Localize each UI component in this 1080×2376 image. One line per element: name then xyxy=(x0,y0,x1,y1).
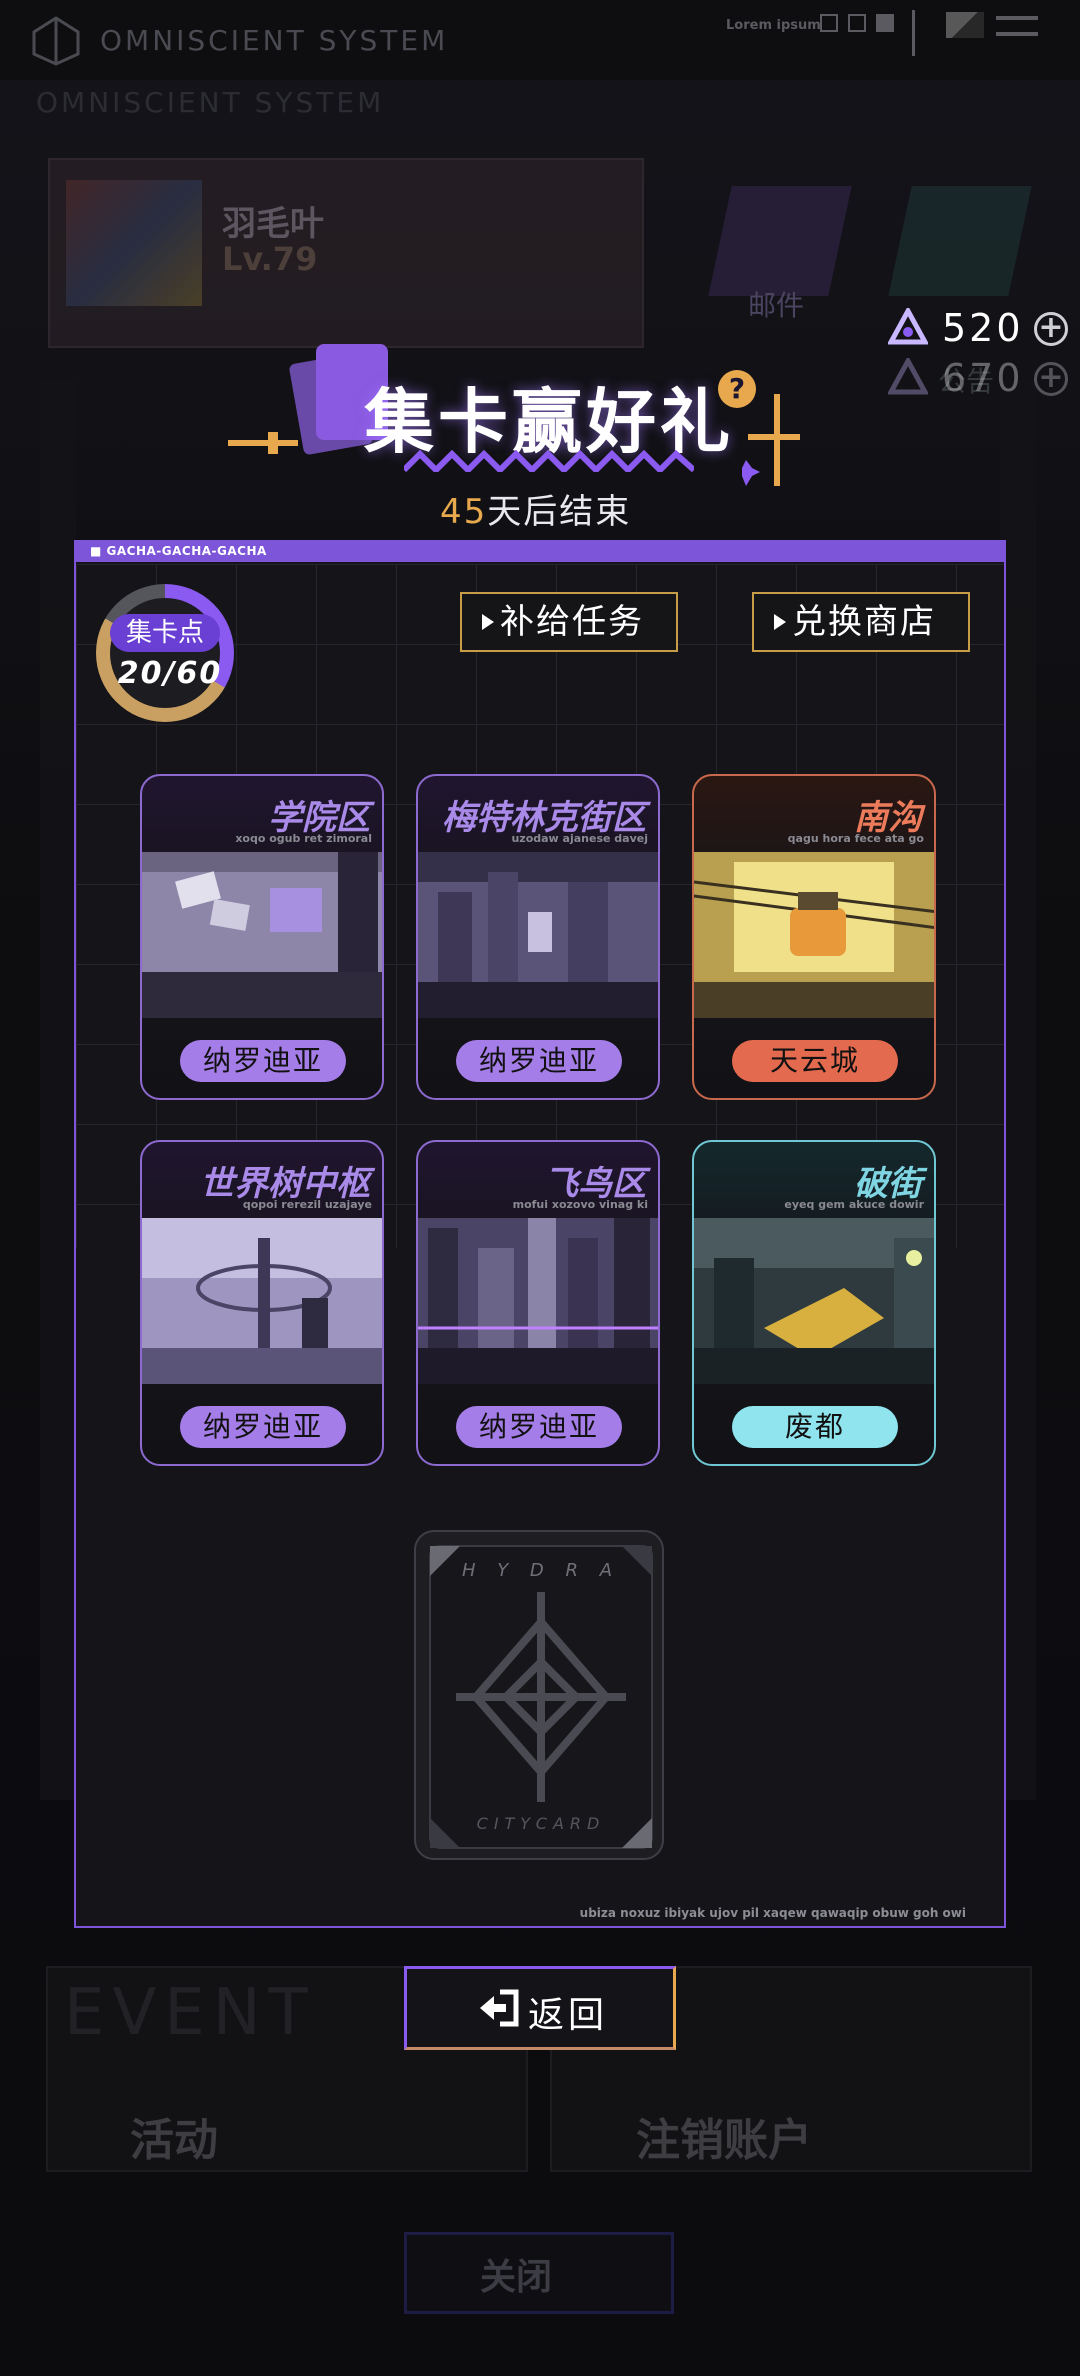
district-subtitle: uzodaw ajanese davej xyxy=(511,832,648,845)
play-arrow-icon xyxy=(774,614,786,630)
district-card-world-tree[interactable]: 世界树中枢 qopoi rerezil uzajaye 纳罗迪亚 xyxy=(140,1140,384,1466)
system-title: OMNISCIENT SYSTEM xyxy=(100,24,449,57)
countdown-text: 45天后结束 xyxy=(440,484,631,533)
points-label: 集卡点 xyxy=(110,614,220,652)
exchange-shop-label: 兑换商店 xyxy=(792,602,936,642)
sparkle-cross-deco xyxy=(742,394,800,486)
district-card-maeterlinck[interactable]: 梅特林克街区 uzodaw ajanese davej 纳罗迪亚 xyxy=(416,774,660,1100)
currency-value: 520 xyxy=(942,306,1024,350)
lorem-label: Lorem ipsum xyxy=(726,18,821,33)
close-label: 关闭 xyxy=(480,2257,553,2298)
window-x-icon xyxy=(848,14,866,32)
profile-level: Lv.79 xyxy=(222,240,318,278)
title-deco-line xyxy=(228,440,298,446)
window-box-icon xyxy=(820,14,838,32)
mail-label: 邮件 xyxy=(748,289,805,322)
district-card-broken-street[interactable]: 破街 eyeq gem akuce dowir 废都 xyxy=(692,1140,936,1466)
district-subtitle: eyeq gem akuce dowir xyxy=(784,1198,924,1211)
title-deco-tick xyxy=(268,432,278,454)
hydra-top-text: H Y D R A xyxy=(461,1560,621,1581)
currency-ghost-icon xyxy=(888,358,928,395)
district-subtitle: mofui xozovo vinag ki xyxy=(512,1198,648,1211)
window-fill-icon xyxy=(876,14,894,32)
profile-name: 羽毛叶 xyxy=(222,204,324,244)
back-button-label[interactable]: 返回 xyxy=(528,1986,608,2038)
district-image xyxy=(418,1218,658,1384)
logout-label: 注销账户 xyxy=(636,2115,812,2166)
currency-icon xyxy=(888,308,928,345)
panel-header-text: ■ GACHA-GACHA-GACHA xyxy=(90,544,267,558)
add-currency-ghost-icon: + xyxy=(1034,362,1068,396)
ends-text: 天后结束 xyxy=(487,492,632,532)
district-card-south-ditch[interactable]: 南沟 qagu hora fece ata go 天云城 xyxy=(692,774,936,1100)
system-title-ghost: OMNISCIENT SYSTEM xyxy=(36,86,385,119)
district-image xyxy=(142,852,382,1018)
region-badge: 纳罗迪亚 xyxy=(456,1406,622,1448)
event-title: EVENT xyxy=(64,1976,316,2050)
currency-ghost-value: 670 xyxy=(942,356,1024,400)
region-badge: 纳罗迪亚 xyxy=(180,1406,346,1448)
region-badge: 废都 xyxy=(732,1406,898,1448)
notice-icon xyxy=(888,186,1032,296)
hydra-card-art xyxy=(429,1545,653,1849)
district-subtitle: qopoi rerezil uzajaye xyxy=(242,1198,372,1211)
panel-footer-text: ubiza noxuz ibiyak ujov pil xaqew qawaqi… xyxy=(579,1906,966,1920)
exchange-shop-button[interactable]: 兑换商店 xyxy=(752,592,970,652)
district-image xyxy=(694,852,934,1018)
region-badge: 纳罗迪亚 xyxy=(180,1040,346,1082)
exit-arrow-icon xyxy=(480,1989,519,2027)
hydra-city-card[interactable]: H Y D R A CITYCARD xyxy=(414,1530,664,1860)
add-currency-icon[interactable]: + xyxy=(1034,312,1068,346)
play-arrow-icon xyxy=(482,614,494,630)
district-image xyxy=(418,852,658,1018)
event-label: 活动 xyxy=(130,2115,218,2166)
bg-side-strip-left xyxy=(40,380,76,1800)
panel-header-bar: ■ GACHA-GACHA-GACHA xyxy=(76,542,1004,562)
menu-icon xyxy=(996,16,1038,36)
district-subtitle: qagu hora fece ata go xyxy=(787,832,924,845)
mail-icon xyxy=(708,186,852,296)
district-image xyxy=(694,1218,934,1384)
hydra-bottom-text: CITYCARD xyxy=(476,1814,606,1833)
points-value: 20/60 xyxy=(117,656,223,691)
system-logo-icon xyxy=(32,16,80,66)
district-image xyxy=(142,1218,382,1384)
region-badge: 天云城 xyxy=(732,1040,898,1082)
district-card-academy[interactable]: 学院区 xoqo ogub ret zimoral 纳罗迪亚 xyxy=(140,774,384,1100)
region-badge: 纳罗迪亚 xyxy=(456,1040,622,1082)
avatar xyxy=(66,180,202,306)
top-divider xyxy=(912,10,915,56)
image-icon xyxy=(946,12,984,38)
days-left: 45 xyxy=(440,492,488,532)
title-zigzag-deco xyxy=(404,450,694,472)
district-subtitle: xoqo ogub ret zimoral xyxy=(235,832,372,845)
supply-tasks-button[interactable]: 补给任务 xyxy=(460,592,678,652)
supply-tasks-label: 补给任务 xyxy=(500,602,644,642)
district-card-bird[interactable]: 飞鸟区 mofui xozovo vinag ki 纳罗迪亚 xyxy=(416,1140,660,1466)
